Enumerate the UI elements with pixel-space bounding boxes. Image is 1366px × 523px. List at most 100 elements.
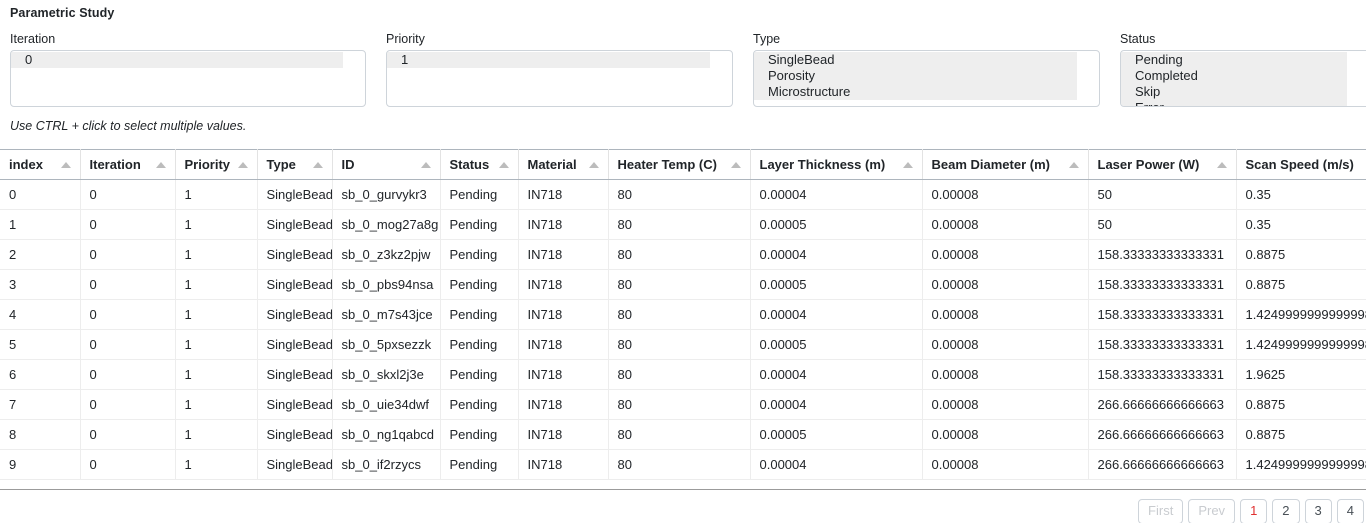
table-row[interactable]: 6 0 1 SingleBead sb_0_skxl2j3e Pending IN718 80… [0, 359, 1366, 390]
table-cell: 0.00008 [922, 179, 1089, 210]
sort-ascending-icon[interactable] [498, 161, 509, 168]
pagination-page-4[interactable]: 4 [1336, 499, 1364, 523]
table-cell: 0 [80, 179, 176, 210]
table-cell: 1.4249999999999998 [1236, 449, 1366, 480]
iteration-listbox[interactable]: 0 [10, 50, 366, 107]
column-header-scan-speed-m-s[interactable]: Scan Speed (m/s) [1236, 149, 1366, 180]
column-header-beam-diameter-m[interactable]: Beam Diameter (m) [922, 149, 1089, 180]
status-option-pending[interactable]: Pending [1121, 52, 1347, 68]
table-cell: 7 [0, 389, 81, 420]
table-cell: IN718 [518, 209, 609, 240]
table-cell: 50 [1088, 209, 1237, 240]
table-cell: Pending [440, 329, 519, 360]
table-row[interactable]: 7 0 1 SingleBead sb_0_uie34dwf Pending IN718 80… [0, 389, 1366, 420]
sort-ascending-icon[interactable] [902, 161, 913, 168]
column-header-material[interactable]: Material [518, 149, 609, 180]
table-cell: sb_0_uie34dwf [332, 389, 441, 420]
table-cell: 0.00008 [922, 449, 1089, 480]
page-title: Parametric Study [10, 6, 115, 20]
pagination-first-button[interactable]: First [1138, 499, 1184, 523]
type-listbox[interactable]: SingleBead Porosity Microstructure [753, 50, 1100, 107]
sort-ascending-icon[interactable] [60, 161, 71, 168]
table-cell: 80 [608, 179, 751, 210]
sort-ascending-icon[interactable] [155, 161, 166, 168]
table-cell: IN718 [518, 449, 609, 480]
column-header-label: Laser Power (W) [1097, 157, 1200, 172]
table-cell: IN718 [518, 179, 609, 210]
type-option-microstructure[interactable]: Microstructure [754, 84, 1077, 100]
table-cell: Pending [440, 269, 519, 300]
sort-ascending-icon[interactable] [237, 161, 248, 168]
table-cell: sb_0_skxl2j3e [332, 359, 441, 390]
column-header-label: Scan Speed (m/s) [1245, 157, 1354, 172]
table-row[interactable]: 1 0 1 SingleBead sb_0_mog27a8g Pending IN718 80… [0, 209, 1366, 240]
pagination-page-2[interactable]: 2 [1272, 499, 1300, 523]
sort-ascending-icon[interactable] [1216, 161, 1227, 168]
column-header-laser-power-w[interactable]: Laser Power (W) [1088, 149, 1237, 180]
table-cell: 1 [175, 449, 258, 480]
table-cell: 0.00005 [750, 419, 923, 450]
table-cell: 1 [175, 419, 258, 450]
sort-ascending-icon[interactable] [312, 161, 323, 168]
column-header-heater-temp-c[interactable]: Heater Temp (C) [608, 149, 751, 180]
table-cell: 158.33333333333331 [1088, 359, 1237, 390]
table-row[interactable]: 0 0 1 SingleBead sb_0_gurvykr3 Pending IN718 80… [0, 179, 1366, 210]
table-cell: sb_0_mog27a8g [332, 209, 441, 240]
pagination-page-3[interactable]: 3 [1304, 499, 1332, 523]
table-cell: 0.00005 [750, 209, 923, 240]
column-header-priority[interactable]: Priority [175, 149, 258, 180]
table-row[interactable]: 2 0 1 SingleBead sb_0_z3kz2pjw Pending IN718 80… [0, 239, 1366, 270]
column-header-id[interactable]: ID [332, 149, 441, 180]
table-cell: sb_0_pbs94nsa [332, 269, 441, 300]
column-header-label: Material [527, 157, 577, 172]
column-header-type[interactable]: Type [257, 149, 333, 180]
sort-ascending-icon[interactable] [588, 161, 599, 168]
pagination-page-1[interactable]: 1 [1240, 499, 1268, 523]
column-header-label: Layer Thickness (m) [759, 157, 886, 172]
table-cell: Pending [440, 179, 519, 210]
table-row[interactable]: 4 0 1 SingleBead sb_0_m7s43jce Pending IN718 80… [0, 299, 1366, 330]
table-cell: sb_0_m7s43jce [332, 299, 441, 330]
table-row[interactable]: 3 0 1 SingleBead sb_0_pbs94nsa Pending IN718 80… [0, 269, 1366, 300]
table-cell: IN718 [518, 239, 609, 270]
table-cell: 0.8875 [1236, 419, 1366, 450]
table-cell: SingleBead [257, 419, 333, 450]
column-header-iteration[interactable]: Iteration [80, 149, 176, 180]
table-row[interactable]: 8 0 1 SingleBead sb_0_ng1qabcd Pending IN718 80… [0, 419, 1366, 450]
table-row[interactable]: 9 0 1 SingleBead sb_0_if2rzycs Pending IN718 80… [0, 449, 1366, 480]
table-cell: 0.00004 [750, 179, 923, 210]
sort-ascending-icon[interactable] [1068, 161, 1079, 168]
table-row[interactable]: 5 0 1 SingleBead sb_0_5pxsezzk Pending IN718 80… [0, 329, 1366, 360]
table-cell: 0.00008 [922, 239, 1089, 270]
type-option-singlebead[interactable]: SingleBead [754, 52, 1077, 68]
table-cell: 80 [608, 449, 751, 480]
sort-ascending-icon[interactable] [730, 161, 741, 168]
sort-ascending-icon[interactable] [420, 161, 431, 168]
table-cell: 0 [80, 389, 176, 420]
table-cell: 266.66666666666663 [1088, 389, 1237, 420]
table-cell: 4 [0, 299, 81, 330]
table-cell: SingleBead [257, 449, 333, 480]
status-listbox[interactable]: Pending Completed Skip Error [1120, 50, 1366, 107]
status-option-completed[interactable]: Completed [1121, 68, 1347, 84]
priority-option[interactable]: 1 [387, 52, 710, 68]
column-header-layer-thickness-m[interactable]: Layer Thickness (m) [750, 149, 923, 180]
status-option-error[interactable]: Error [1121, 100, 1347, 106]
table-cell: 0.00004 [750, 239, 923, 270]
priority-listbox[interactable]: 1 [386, 50, 733, 107]
iteration-option[interactable]: 0 [11, 52, 343, 68]
table-cell: 2 [0, 239, 81, 270]
table-cell: 0.00008 [922, 419, 1089, 450]
results-table-container: index Iteration Priority Type ID Status Materi… [0, 149, 1366, 490]
table-cell: 0.00008 [922, 299, 1089, 330]
pagination-prev-button[interactable]: Prev [1188, 499, 1236, 523]
column-header-status[interactable]: Status [440, 149, 519, 180]
table-cell: 266.66666666666663 [1088, 419, 1237, 450]
filter-status: Status Pending Completed Skip Error [1110, 32, 1366, 107]
status-option-skip[interactable]: Skip [1121, 84, 1347, 100]
table-cell: 0.00004 [750, 299, 923, 330]
column-header-index[interactable]: index [0, 149, 81, 180]
type-option-porosity[interactable]: Porosity [754, 68, 1077, 84]
table-cell: 1 [175, 239, 258, 270]
table-cell: 0.00008 [922, 329, 1089, 360]
